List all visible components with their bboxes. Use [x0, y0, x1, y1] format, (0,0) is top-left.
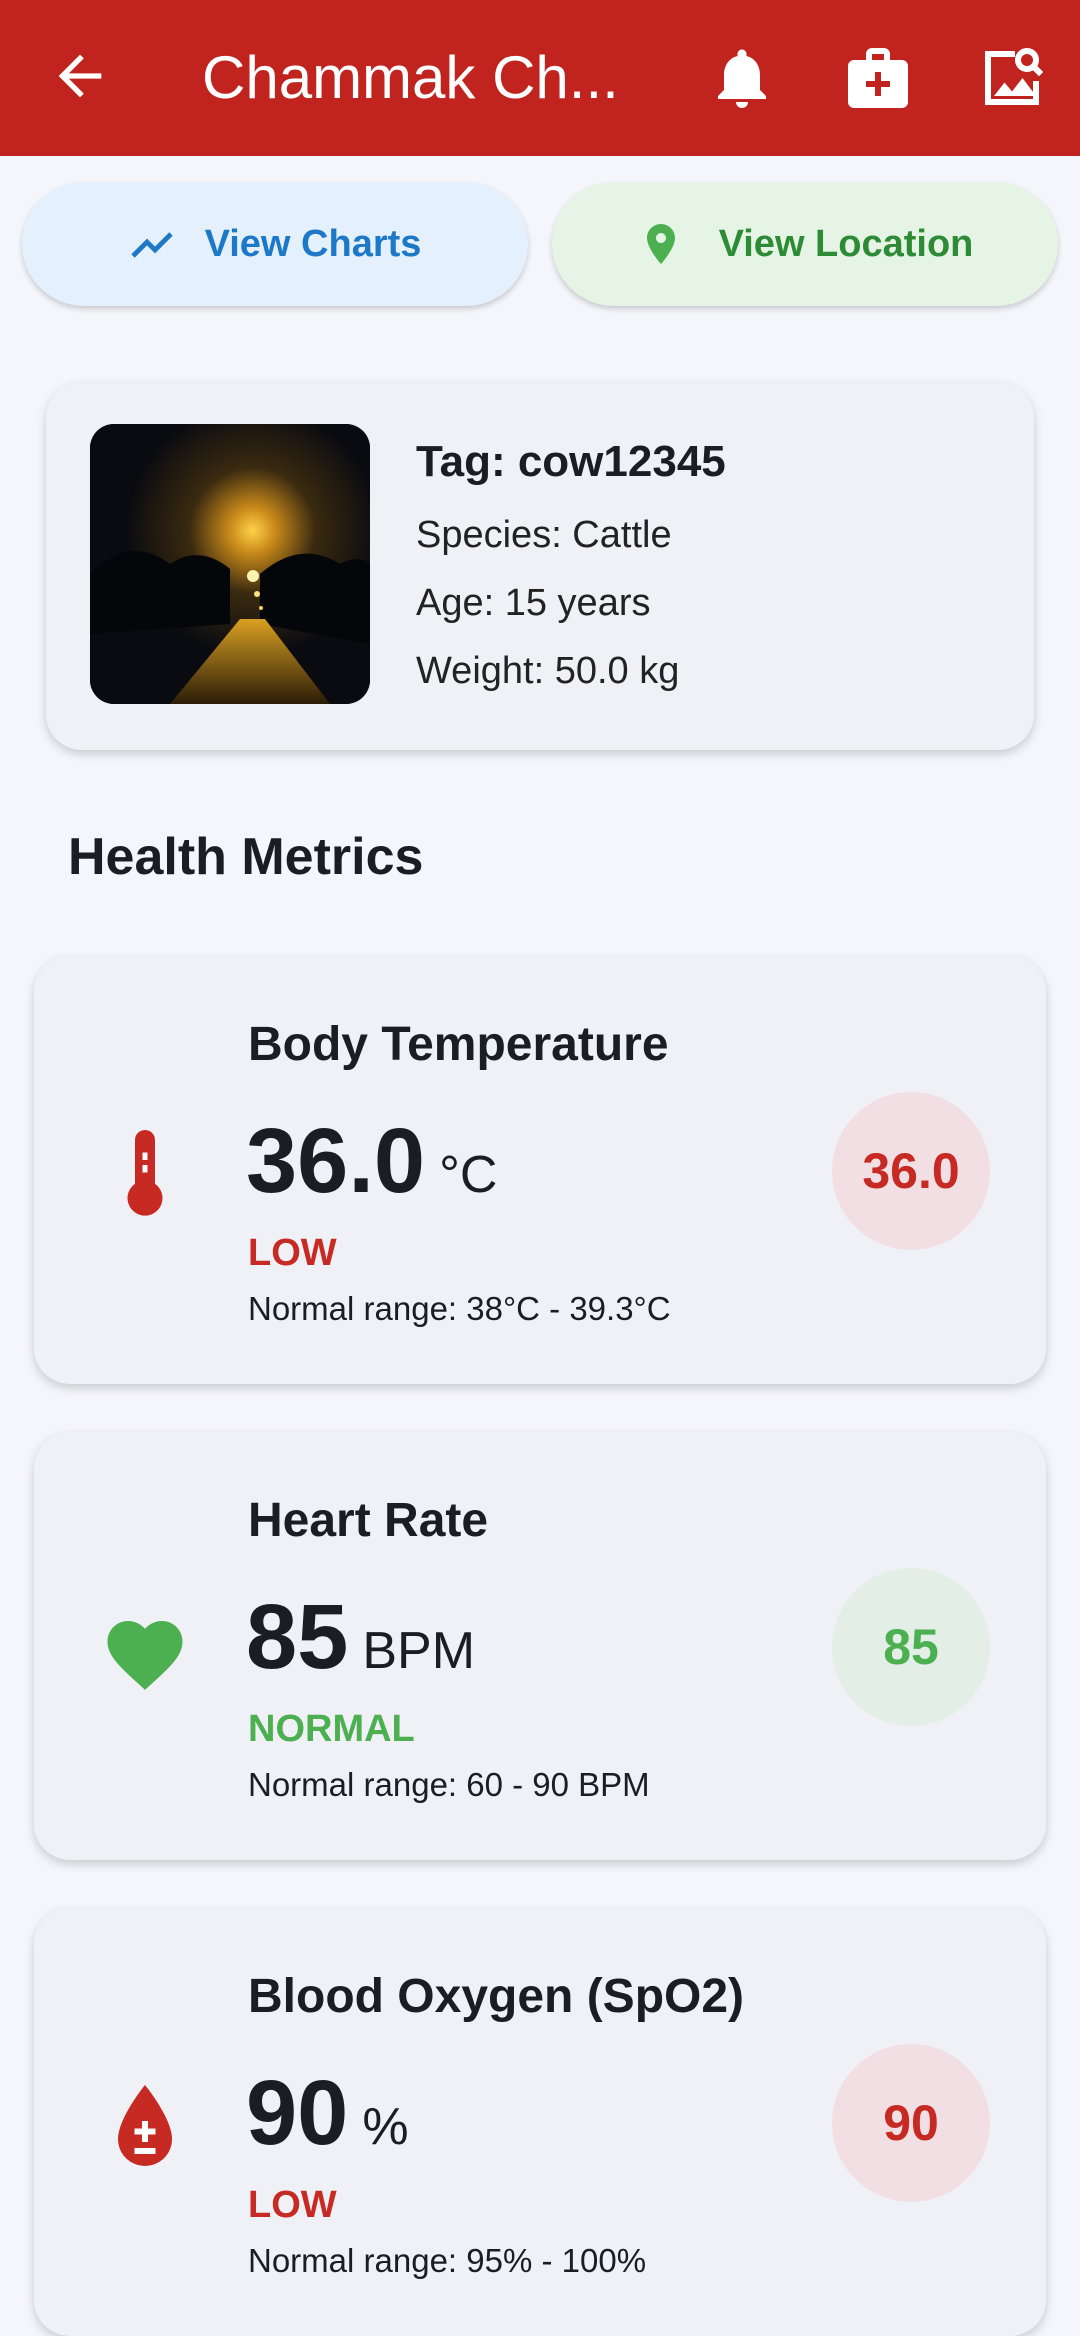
medical-kit-icon: [848, 48, 908, 108]
metric-unit: %: [362, 2098, 409, 2156]
page-title: Chammak Ch...: [202, 44, 619, 111]
metric-card-heart-rate[interactable]: Heart Rate 85 BPM NORMAL Normal range: 6…: [34, 1432, 1046, 1860]
image-search-button[interactable]: [976, 42, 1048, 114]
trending-up-icon: [130, 232, 173, 258]
metric-value-row: 36.0 °C: [246, 1106, 497, 1216]
metric-normal-range: Normal range: 38°C - 39.3°C: [248, 1290, 671, 1327]
arrow-back-icon: [58, 54, 102, 98]
metric-value: 90: [246, 2062, 349, 2164]
metric-normal-range: Normal range: 95% - 100%: [248, 2242, 647, 2279]
animal-species: Species: Cattle: [416, 514, 672, 556]
thermometer-icon: [90, 1120, 200, 1230]
metric-value-badge: 85: [832, 1568, 990, 1726]
metric-value-row: 85 BPM: [246, 1582, 475, 1692]
metric-value-badge: 36.0: [832, 1092, 990, 1250]
heart-icon: [90, 1596, 200, 1706]
animal-age: Age: 15 years: [416, 582, 651, 624]
animal-info: Tag: cow12345 Species: Cattle Age: 15 ye…: [416, 434, 726, 694]
location-pin-icon: [646, 224, 675, 264]
animal-photo[interactable]: [90, 424, 370, 704]
action-buttons: View Charts View Location: [22, 182, 1058, 306]
view-charts-label: View Charts: [204, 222, 422, 265]
metric-card-blood-oxygen[interactable]: Blood Oxygen (SpO2) 90 % LOW Normal rang…: [34, 1908, 1046, 2336]
metric-name: Heart Rate: [248, 1494, 489, 1547]
metric-unit: °C: [439, 1146, 498, 1204]
image-search-icon: [985, 48, 1044, 105]
app-bar: Chammak Ch...: [0, 0, 1080, 156]
metric-normal-range: Normal range: 60 - 90 BPM: [248, 1766, 650, 1803]
metric-value: 36.0: [246, 1110, 426, 1212]
animal-tag: Tag: cow12345: [416, 437, 726, 486]
bell-icon: [718, 49, 766, 108]
metric-name: Body Temperature: [248, 1018, 669, 1071]
metric-value-badge: 90: [832, 2044, 990, 2202]
metric-status: NORMAL: [248, 1708, 415, 1750]
metric-status: LOW: [248, 1232, 337, 1274]
metric-name: Blood Oxygen (SpO2): [248, 1970, 745, 2023]
animal-profile-card: Tag: cow12345 Species: Cattle Age: 15 ye…: [46, 382, 1034, 750]
metric-unit: BPM: [362, 1622, 476, 1680]
view-location-label: View Location: [718, 222, 974, 265]
animal-weight: Weight: 50.0 kg: [416, 650, 680, 692]
view-charts-button[interactable]: View Charts: [22, 182, 528, 306]
back-button[interactable]: [48, 44, 112, 108]
metric-status: LOW: [248, 2184, 337, 2226]
metric-value: 85: [246, 1586, 349, 1688]
blood-drop-icon: [90, 2072, 200, 2182]
view-location-button[interactable]: View Location: [552, 182, 1058, 306]
metric-value-row: 90 %: [246, 2058, 409, 2168]
metric-card-body-temperature[interactable]: Body Temperature 36.0 °C LOW Normal rang…: [34, 956, 1046, 1384]
notifications-button[interactable]: [706, 42, 778, 114]
medical-records-button[interactable]: [842, 42, 914, 114]
health-metrics-heading: Health Metrics: [68, 828, 424, 886]
